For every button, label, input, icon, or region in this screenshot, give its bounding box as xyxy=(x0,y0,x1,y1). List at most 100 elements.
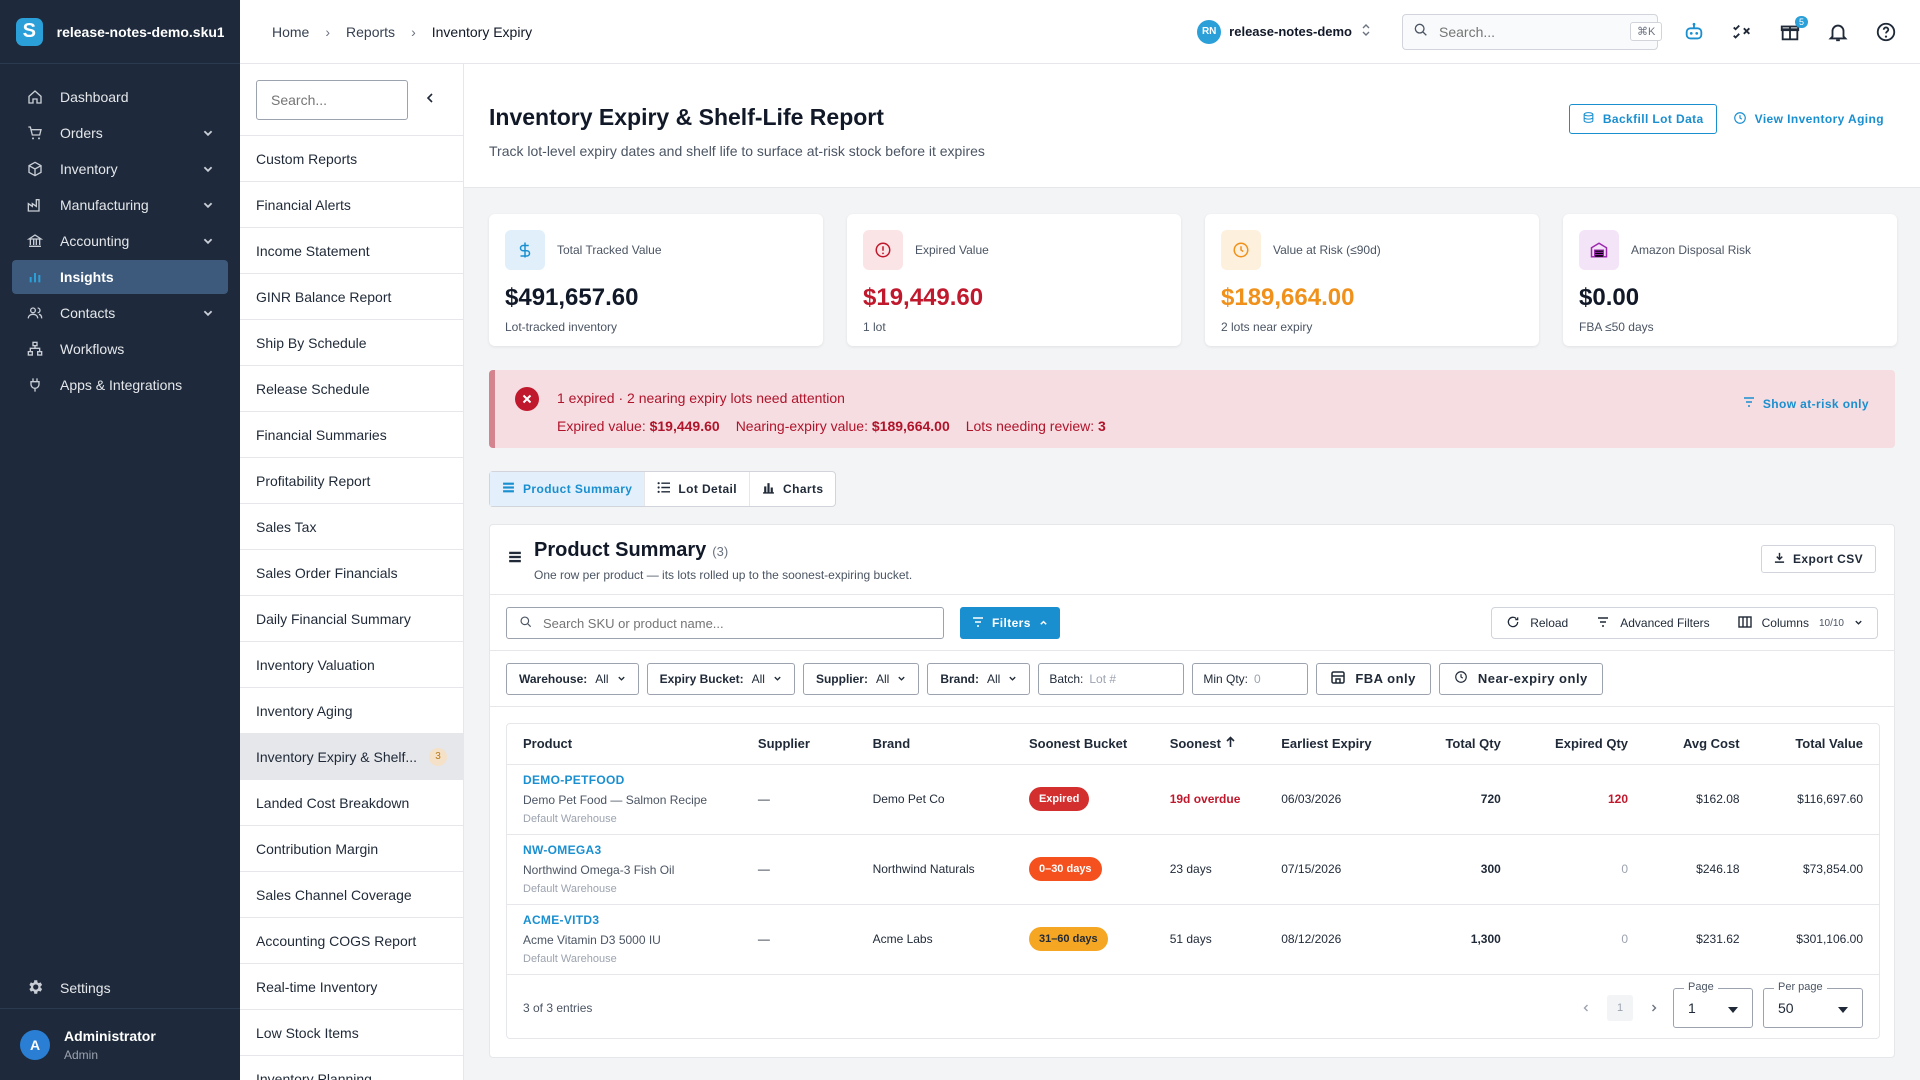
column-header[interactable]: Brand xyxy=(864,724,1021,765)
nav-item-manufacturing[interactable]: Manufacturing xyxy=(12,188,228,222)
min-qty-input[interactable]: Min Qty: 0 xyxy=(1192,662,1309,695)
report-item[interactable]: Landed Cost Breakdown xyxy=(240,780,463,826)
report-item[interactable]: Low Stock Items xyxy=(240,1010,463,1056)
fba-only-toggle[interactable]: FBA only xyxy=(1316,662,1431,695)
warehouse-filter[interactable]: Warehouse: All xyxy=(506,662,639,695)
nav-settings[interactable]: Settings xyxy=(12,968,228,1008)
gift-icon[interactable]: 5 xyxy=(1778,15,1808,44)
report-item-label: Inventory Aging xyxy=(256,702,353,719)
report-item[interactable]: Income Statement xyxy=(240,228,463,274)
report-item-label: Sales Order Financials xyxy=(256,564,398,581)
status-badge: Expired xyxy=(1028,787,1090,811)
report-item[interactable]: Accounting COGS Report xyxy=(240,918,463,964)
export-csv-button[interactable]: Export CSV xyxy=(1760,545,1876,573)
brand-filter[interactable]: Brand: All xyxy=(927,662,1031,695)
nav-item-workflows[interactable]: Workflows xyxy=(12,332,228,366)
report-item[interactable]: Sales Order Financials xyxy=(240,550,463,596)
near-expiry-only-toggle[interactable]: Near-expiry only xyxy=(1438,662,1603,695)
chevron-right-icon: › xyxy=(411,23,416,40)
sku-link[interactable]: NW-OMEGA3 xyxy=(523,843,742,857)
settings-label: Settings xyxy=(60,980,111,996)
report-item[interactable]: Profitability Report xyxy=(240,458,463,504)
table-row[interactable]: NW-OMEGA3 Northwind Omega-3 Fish Oil Defau… xyxy=(507,834,1879,905)
show-at-risk-button[interactable]: Show at-risk only xyxy=(1743,396,1869,411)
brand[interactable]: S release-notes-demo.sku10 xyxy=(0,0,240,64)
org-switcher[interactable]: RN release-notes-demo xyxy=(1197,19,1372,44)
report-item[interactable]: Real-time Inventory xyxy=(240,964,463,1010)
report-item[interactable]: Inventory Expiry & Shelf... 3 xyxy=(240,734,463,780)
column-header[interactable]: Supplier xyxy=(749,724,865,765)
expiry-bucket-filter[interactable]: Expiry Bucket: All xyxy=(646,662,795,695)
supplier-filter[interactable]: Supplier: All xyxy=(802,662,920,695)
report-item[interactable]: Contribution Margin xyxy=(240,826,463,872)
batch-input[interactable]: Batch: Lot # xyxy=(1038,662,1185,695)
tab-product-summary[interactable]: Product Summary xyxy=(490,472,646,506)
nav-item-contacts[interactable]: Contacts xyxy=(12,296,228,330)
help-icon[interactable] xyxy=(1874,20,1898,44)
breadcrumb-reports[interactable]: Reports xyxy=(346,24,395,40)
user-profile[interactable]: A Administrator Admin xyxy=(0,1008,240,1080)
nav-item-apps-integrations[interactable]: Apps & Integrations xyxy=(12,368,228,402)
caret-down-icon xyxy=(1838,1000,1848,1016)
report-item-label: GINR Balance Report xyxy=(256,288,392,305)
nav-item-orders[interactable]: Orders xyxy=(12,116,228,150)
filters-button[interactable]: Filters xyxy=(960,607,1060,639)
columns-button[interactable]: Columns 10/10 xyxy=(1724,615,1877,631)
table-toolbar: Filters Reload Advanced Filters xyxy=(490,595,1894,651)
column-header[interactable]: Soonest Bucket xyxy=(1020,724,1162,765)
nav-item-dashboard[interactable]: Dashboard xyxy=(12,80,228,114)
page-select[interactable]: Page 1 xyxy=(1673,981,1753,1028)
reload-button[interactable]: Reload xyxy=(1492,615,1582,632)
nav-item-insights[interactable]: Insights xyxy=(12,260,228,294)
chevron-left-icon[interactable] xyxy=(1581,1001,1591,1016)
tab-charts[interactable]: Charts xyxy=(750,472,835,506)
report-item[interactable]: Sales Tax xyxy=(240,504,463,550)
column-header[interactable]: Total Qty xyxy=(1398,724,1509,765)
advanced-filters-button[interactable]: Advanced Filters xyxy=(1582,616,1723,631)
tab-lot-detail[interactable]: Lot Detail xyxy=(645,472,751,506)
bell-icon[interactable] xyxy=(1826,20,1850,44)
robot-icon[interactable] xyxy=(1682,20,1706,44)
report-item[interactable]: Financial Summaries xyxy=(240,412,463,458)
backfill-lot-data-button[interactable]: Backfill Lot Data xyxy=(1568,104,1717,134)
report-item[interactable]: Inventory Aging xyxy=(240,688,463,734)
report-item[interactable]: GINR Balance Report xyxy=(240,274,463,320)
report-item[interactable]: Inventory Valuation xyxy=(240,642,463,688)
filter-row: Warehouse: All Expiry Bucket: All Supplier… xyxy=(490,651,1894,707)
list-icon xyxy=(502,481,515,497)
column-header[interactable]: Product xyxy=(507,724,750,765)
per-page-select[interactable]: Per page 50 xyxy=(1763,981,1863,1028)
collapse-icon[interactable] xyxy=(424,92,436,107)
nav-item-accounting[interactable]: Accounting xyxy=(12,224,228,258)
global-search-input[interactable] xyxy=(1439,23,1620,40)
report-item[interactable]: Ship By Schedule xyxy=(240,320,463,366)
column-header[interactable]: Earliest Expiry xyxy=(1273,724,1399,765)
page-number[interactable]: 1 xyxy=(1607,995,1633,1021)
checklist-icon[interactable] xyxy=(1730,20,1754,44)
sku-link[interactable]: DEMO-PETFOOD xyxy=(523,773,742,787)
report-item[interactable]: Financial Alerts xyxy=(240,182,463,228)
sku-search-input[interactable] xyxy=(543,615,931,631)
report-item[interactable]: Release Schedule xyxy=(240,366,463,412)
table-row[interactable]: ACME-VITD3 Acme Vitamin D3 5000 IU Default… xyxy=(507,904,1879,975)
reports-search-input[interactable] xyxy=(256,79,408,120)
refresh-icon xyxy=(1506,615,1520,632)
sku-link[interactable]: ACME-VITD3 xyxy=(523,913,742,927)
column-header[interactable]: Avg Cost xyxy=(1636,724,1748,765)
column-header[interactable]: Soonest xyxy=(1161,724,1274,765)
search-shortcut: ⌘K xyxy=(1630,22,1663,41)
report-item[interactable]: Daily Financial Summary xyxy=(240,596,463,642)
global-search[interactable]: ⌘K xyxy=(1402,13,1663,50)
chevron-right-icon[interactable] xyxy=(1649,1001,1659,1016)
report-item[interactable]: Custom Reports xyxy=(240,136,463,182)
report-item[interactable]: Sales Channel Coverage xyxy=(240,872,463,918)
report-item[interactable]: Inventory Planning xyxy=(240,1056,463,1080)
column-header[interactable]: Expired Qty xyxy=(1508,724,1637,765)
nav-item-inventory[interactable]: Inventory xyxy=(12,152,228,186)
view-inventory-aging-button[interactable]: View Inventory Aging xyxy=(1733,104,1884,134)
sku-search[interactable] xyxy=(506,607,944,639)
column-header[interactable]: Total Value xyxy=(1747,724,1879,765)
chevron-down-icon xyxy=(1008,672,1017,686)
table-row[interactable]: DEMO-PETFOOD Demo Pet Food — Salmon Recip… xyxy=(507,764,1879,835)
breadcrumb-home[interactable]: Home xyxy=(272,24,309,40)
